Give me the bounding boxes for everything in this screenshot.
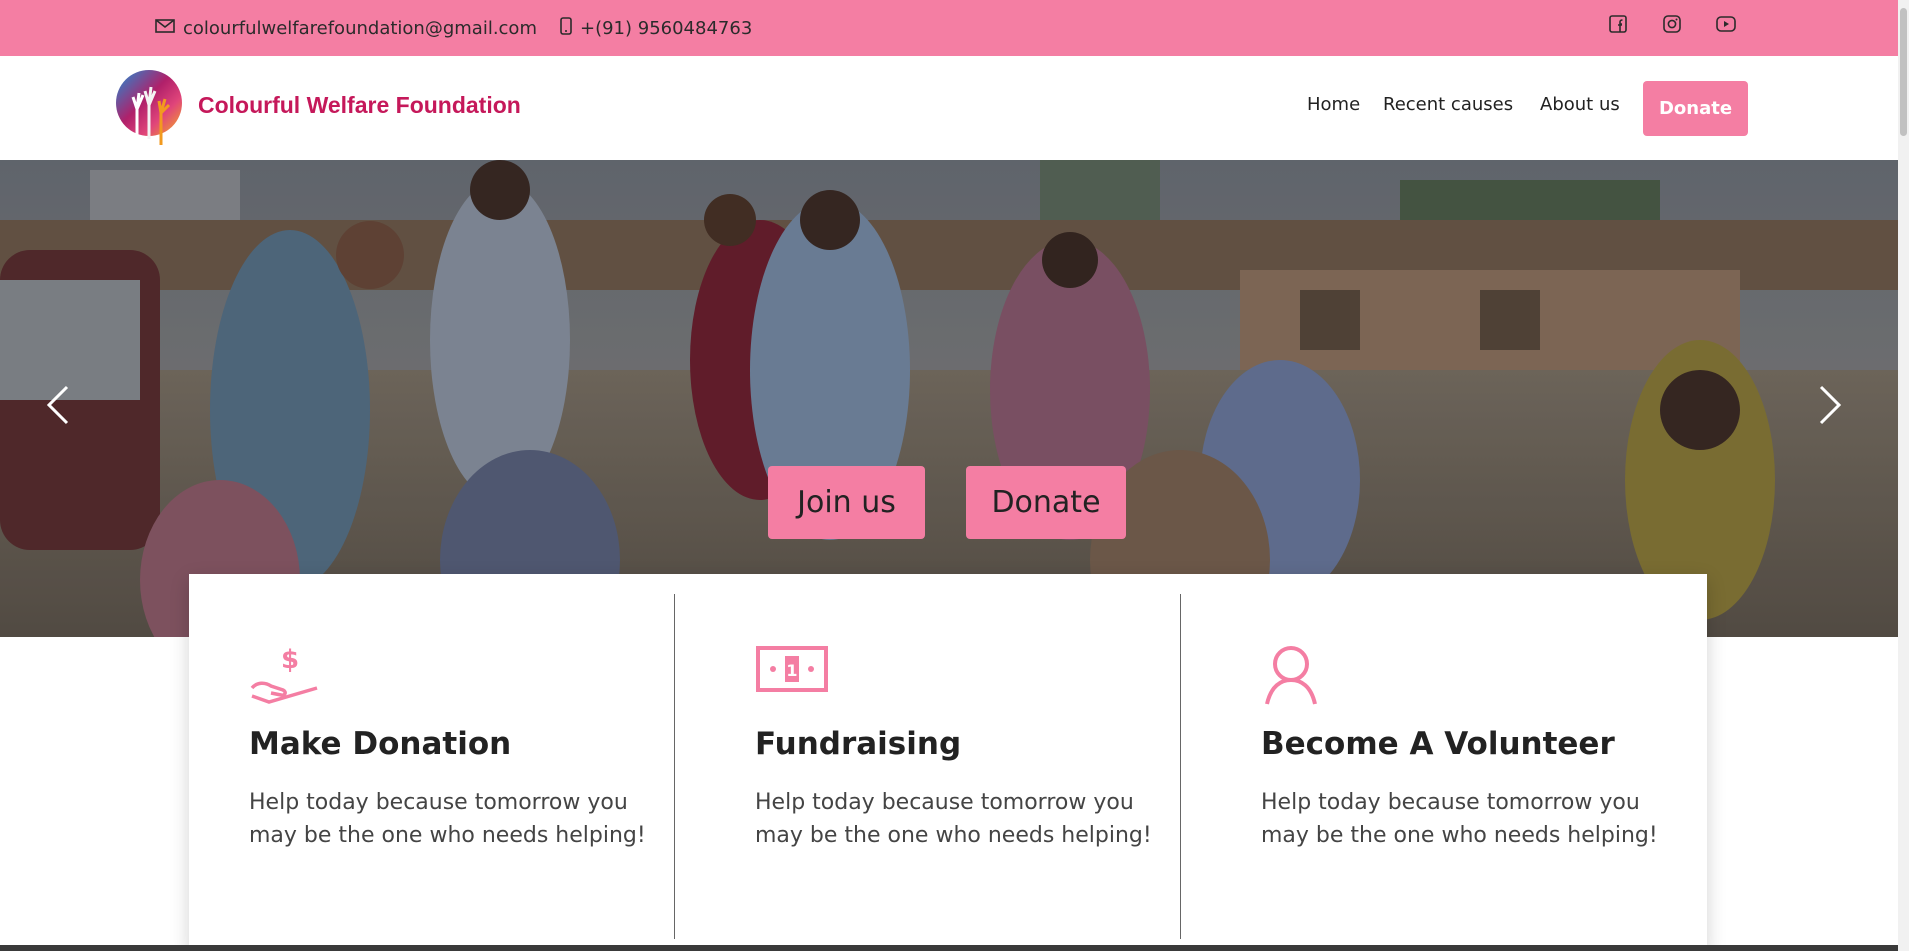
nav-link-recent-causes[interactable]: Recent causes — [1383, 94, 1513, 115]
card-become-volunteer[interactable]: Become A Volunteer Help today because to… — [1201, 574, 1658, 951]
phone-text: +(91) 9560484763 — [580, 17, 753, 39]
card-text: Help today because tomorrow you may be t… — [1261, 790, 1658, 848]
card-fundraising[interactable]: 1 Fundraising Help today because tomorro… — [695, 574, 1152, 951]
card-title: Make Donation — [249, 726, 512, 762]
svg-text:1: 1 — [786, 661, 797, 680]
card-divider — [674, 594, 675, 939]
card-make-donation[interactable]: $ Make Donation Help today because tomor… — [189, 574, 646, 951]
phone-contact[interactable]: +(91) 9560484763 — [560, 0, 752, 56]
instagram-icon[interactable] — [1660, 12, 1684, 36]
mobile-phone-icon — [560, 16, 572, 40]
email-text: colourfulwelfarefoundation@gmail.com — [183, 17, 537, 39]
svg-text:$: $ — [281, 645, 299, 675]
facebook-icon[interactable] — [1606, 12, 1630, 36]
card-title: Fundraising — [755, 726, 962, 762]
card-divider — [1180, 594, 1181, 939]
email-contact[interactable]: colourfulwelfarefoundation@gmail.com — [155, 0, 537, 56]
carousel-next-button[interactable] — [1810, 380, 1850, 430]
top-contact-bar: colourfulwelfarefoundation@gmail.com +(9… — [0, 0, 1898, 56]
hero-photo — [0, 160, 1898, 637]
nav-donate-button[interactable]: Donate — [1643, 81, 1748, 136]
feature-cards: $ Make Donation Help today because tomor… — [189, 574, 1707, 951]
banknote-icon: 1 — [755, 644, 829, 698]
scrollbar-thumb[interactable] — [1900, 8, 1907, 136]
join-us-button[interactable]: Join us — [768, 466, 925, 539]
hand-dollar-icon: $ — [249, 644, 319, 710]
foundation-logo[interactable] — [115, 69, 183, 147]
page-scrollbar[interactable] — [1898, 0, 1909, 951]
nav-link-about-us[interactable]: About us — [1540, 94, 1620, 115]
brand-name[interactable]: Colourful Welfare Foundation — [198, 92, 521, 119]
nav-link-home[interactable]: Home — [1307, 94, 1360, 115]
hero-carousel: Join us Donate — [0, 160, 1898, 637]
mail-icon — [155, 18, 175, 39]
main-navbar: Colourful Welfare Foundation Home Recent… — [0, 56, 1898, 160]
youtube-icon[interactable] — [1714, 12, 1738, 36]
carousel-prev-button[interactable] — [38, 380, 78, 430]
hero-donate-button[interactable]: Donate — [966, 466, 1126, 539]
window-bottom-edge — [0, 945, 1898, 951]
card-title: Become A Volunteer — [1261, 726, 1615, 762]
card-text: Help today because tomorrow you may be t… — [755, 790, 1152, 848]
card-text: Help today because tomorrow you may be t… — [249, 790, 646, 848]
user-icon — [1261, 644, 1321, 710]
